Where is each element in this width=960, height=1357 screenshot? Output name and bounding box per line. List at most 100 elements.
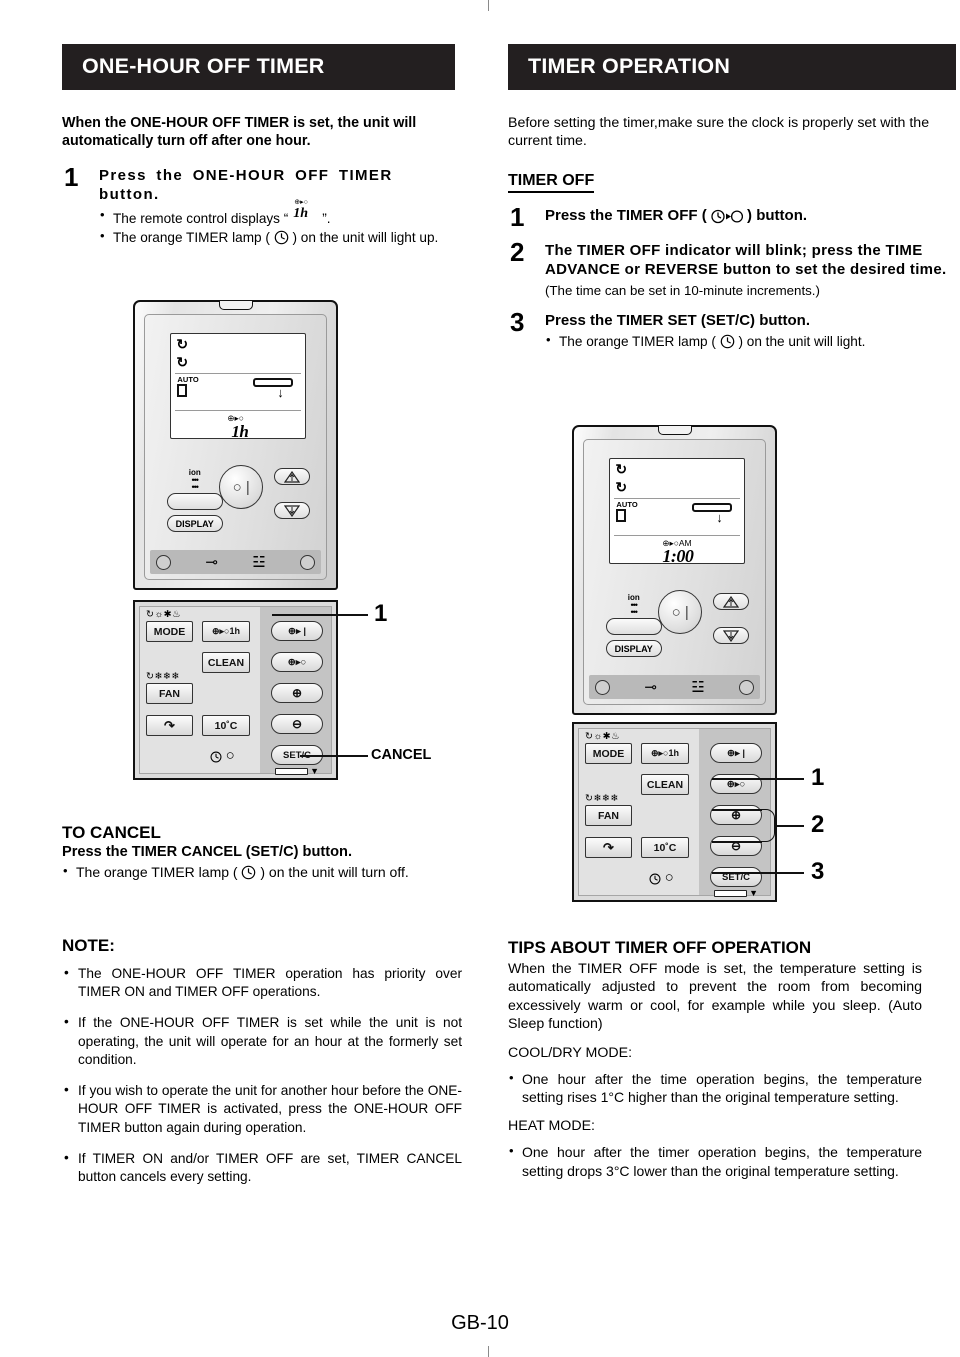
- display-button[interactable]: DISPLAY: [605, 640, 662, 658]
- clean-button[interactable]: CLEAN: [202, 652, 250, 673]
- heat-bullets: One hour after the timer operation begin…: [508, 1142, 922, 1180]
- callout-line-right-2b: [712, 841, 762, 843]
- temp-down-button[interactable]: [273, 502, 310, 520]
- step-number: 3: [510, 306, 525, 337]
- callout-line-1: [272, 614, 368, 616]
- temp-up-button[interactable]: [712, 593, 749, 611]
- ion-dots-icon: ••• •••: [630, 600, 637, 618]
- tips-heading: TIPS ABOUT TIMER OFF OPERATION: [508, 938, 812, 957]
- time-reverse-button[interactable]: ⊖: [710, 836, 762, 856]
- temp-up-button[interactable]: [273, 468, 310, 486]
- panel-inner: ↻☼✱♨ MODE ⊕▸○1h CLEAN ↻❄❄❄ FAN ↷ 10˚C ○ …: [578, 728, 771, 898]
- mode-button[interactable]: MODE: [585, 743, 632, 764]
- ten-degree-button[interactable]: 10˚C: [641, 837, 689, 858]
- timer-off-button[interactable]: ⊕▸○: [271, 652, 323, 672]
- one-hour-off-timer-button[interactable]: ⊕▸○1h: [202, 621, 250, 642]
- time-advance-button[interactable]: ⊕: [271, 683, 323, 703]
- fan-button[interactable]: FAN: [585, 805, 632, 826]
- horizontal-louver-icon: ☳: [252, 554, 266, 571]
- one-hour-button-label: ⊕▸○1h: [651, 748, 679, 758]
- callout-line-cancel: [300, 755, 368, 757]
- cool-dry-bullet: One hour after the time operation begins…: [508, 1069, 922, 1107]
- lcd-louver-icon: [691, 503, 733, 512]
- bullet-text-post: ) on the unit will light.: [738, 334, 866, 350]
- vertical-louver-icon: ⊸: [644, 679, 657, 696]
- display-button[interactable]: DISPLAY: [166, 515, 223, 533]
- clean-button-label: CLEAN: [207, 656, 245, 669]
- timer-off-button[interactable]: ⊕▸○: [710, 774, 762, 794]
- time-reverse-button[interactable]: ⊖: [271, 714, 323, 734]
- temp-down-button[interactable]: [712, 627, 749, 645]
- bullet-text-pre: The orange TIMER lamp (: [559, 334, 716, 350]
- ten-degree-label: 10˚C: [214, 719, 238, 732]
- note-heading: NOTE:: [62, 936, 115, 955]
- lamp-circle-icon: ○: [664, 869, 674, 886]
- lcd-auto-label: AUTO: [616, 500, 638, 509]
- tips-body: When the TIMER OFF mode is set, the temp…: [508, 961, 922, 1033]
- swing-icon: ↷: [603, 839, 614, 855]
- step-title: Press the TIMER OFF ( ) button.: [545, 207, 958, 226]
- power-button[interactable]: ○ |: [219, 465, 264, 510]
- clean-button[interactable]: CLEAN: [641, 774, 689, 795]
- up-arrow-icon: [283, 470, 300, 483]
- set-cancel-button[interactable]: SET/C: [710, 867, 762, 887]
- ion-button[interactable]: [166, 493, 223, 511]
- power-button[interactable]: ○ |: [658, 590, 703, 635]
- remote-face: ↻ ↻ AUTO ↓ ⊕▸○ 1h ion ••• ••• DISPLAY ○ …: [144, 314, 327, 580]
- remote-ir-notch: [657, 426, 692, 435]
- left-remote-button-panel: ↻☼✱♨ MODE ⊕▸○1h CLEAN ↻❄❄❄ FAN ↷ 10˚C ○ …: [133, 600, 338, 780]
- swing-left-knob[interactable]: [156, 554, 171, 570]
- right-remote-illustration: ↻ ↻ AUTO ↓ ⊕▸○AM 1:00 ion ••• ••• DISPLA…: [572, 425, 777, 715]
- swing-button[interactable]: ↷: [585, 837, 632, 858]
- mode-icons: ↻☼✱♨: [585, 731, 621, 742]
- mode-button-label: MODE: [153, 625, 186, 638]
- lcd-down-arrow-icon: ↓: [716, 510, 723, 525]
- clock-icon: [274, 230, 288, 245]
- one-hour-display-icon: ⊕▸○ 1h: [288, 199, 322, 224]
- lcd-value: 1h: [231, 422, 249, 441]
- step-text-post: ) button.: [747, 207, 808, 225]
- bullet-timer-lamp-off: The orange TIMER lamp ( ) on the unit wi…: [62, 863, 462, 882]
- note-item: The ONE-HOUR OFF TIMER operation has pri…: [62, 964, 462, 1001]
- swing-left-knob[interactable]: [595, 679, 610, 695]
- ion-button-group: ion ••• ••• DISPLAY: [605, 593, 662, 658]
- left-column: ONE-HOUR OFF TIMER When the ONE-HOUR OFF…: [62, 44, 458, 246]
- lcd-mode-box: [616, 509, 627, 522]
- section-header-one-hour-off-timer: ONE-HOUR OFF TIMER: [62, 44, 455, 90]
- ion-button[interactable]: [605, 618, 662, 636]
- callout-line-right-3: [712, 872, 804, 874]
- time-advance-button[interactable]: ⊕: [710, 805, 762, 825]
- swing-button[interactable]: ↷: [146, 715, 193, 736]
- callout-number-right-2: 2: [811, 811, 825, 838]
- crop-mark-top: [488, 0, 489, 11]
- callout-number-1: 1: [374, 600, 388, 627]
- ten-degree-button[interactable]: 10˚C: [202, 715, 250, 736]
- mode-button[interactable]: MODE: [146, 621, 193, 642]
- callout-label-cancel: CANCEL: [371, 747, 432, 763]
- fan-button[interactable]: FAN: [146, 683, 193, 704]
- timer-lamp-indicator: ○: [210, 747, 235, 764]
- timer-lamp-indicator: ○: [649, 869, 674, 886]
- down-arrow-icon: [283, 505, 300, 517]
- one-hour-button-label: ⊕▸○1h: [212, 626, 240, 636]
- callout-line-right-1: [712, 778, 804, 780]
- heat-bullet: One hour after the timer operation begin…: [508, 1142, 922, 1180]
- right-remote-button-panel: ↻☼✱♨ MODE ⊕▸○1h CLEAN ↻❄❄❄ FAN ↷ 10˚C ○ …: [572, 722, 777, 902]
- remote-shell: ↻ ↻ AUTO ↓ ⊕▸○AM 1:00 ion ••• ••• DISPLA…: [572, 425, 777, 715]
- swing-right-knob[interactable]: [299, 554, 315, 570]
- one-hour-off-timer-button[interactable]: ⊕▸○1h: [641, 743, 689, 764]
- ion-dots-icon: ••• •••: [191, 475, 198, 493]
- timer-on-button[interactable]: ⊕▸ |: [710, 743, 762, 763]
- callout-number-right-1: 1: [811, 764, 825, 791]
- down-arrow-icon: [722, 630, 739, 642]
- callout-bracket-2: [760, 809, 775, 842]
- bullet-text-post: ) on the unit will light up.: [292, 229, 439, 245]
- swirl-icon-1: ↻: [615, 461, 628, 477]
- bullet-text-pre: The orange TIMER lamp (: [76, 864, 238, 880]
- display-button-label: DISPLAY: [175, 518, 214, 529]
- timer-on-button[interactable]: ⊕▸ |: [271, 621, 323, 641]
- lcd-divider-bottom: [175, 410, 302, 411]
- lcd-down-arrow-icon: ↓: [277, 385, 284, 400]
- swirl-icon-1: ↻: [176, 336, 189, 352]
- swing-right-knob[interactable]: [738, 679, 754, 695]
